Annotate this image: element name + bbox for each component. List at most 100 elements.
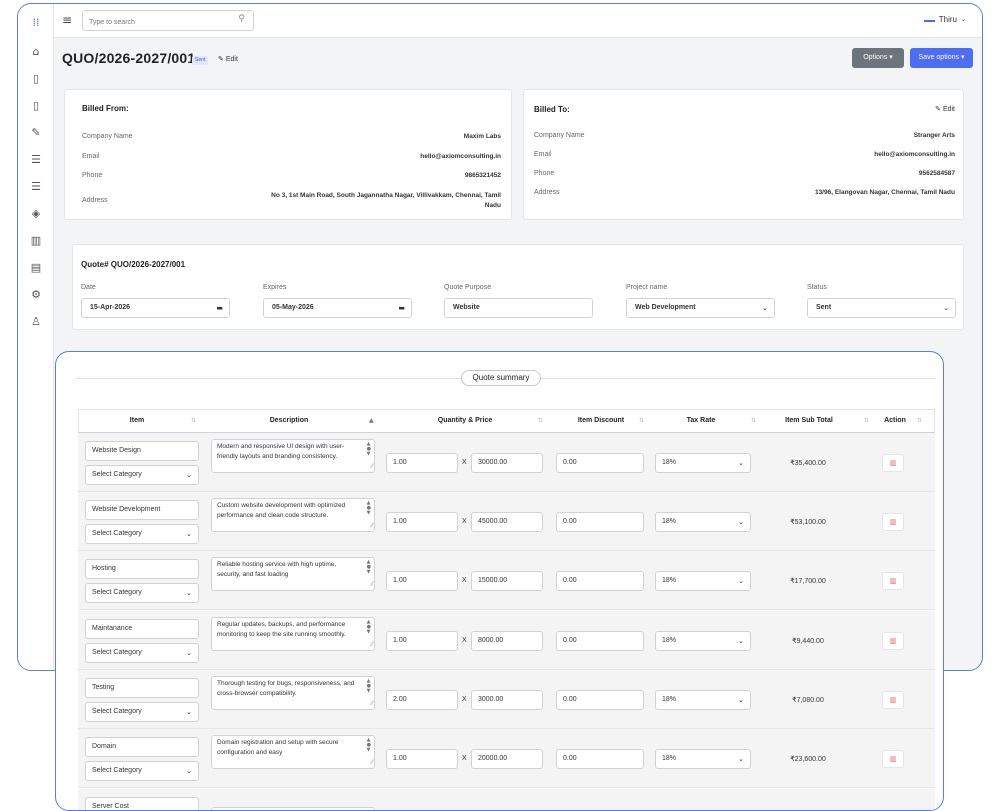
item-name-input[interactable]: Website Development: [85, 500, 199, 520]
quantity-input[interactable]: 1.00: [386, 453, 458, 473]
item-name-input[interactable]: Domain: [85, 737, 199, 757]
description-textarea[interactable]: Reliable hosting service with high uptim…: [211, 557, 375, 591]
document-icon[interactable]: ▯: [27, 70, 45, 86]
user-icon[interactable]: ♙: [27, 313, 45, 329]
search-icon[interactable]: ⚲: [238, 14, 245, 24]
quantity-input[interactable]: 1.00: [386, 749, 458, 769]
resize-handle-icon[interactable]: ⁄⁄: [371, 462, 373, 472]
item-name-input[interactable]: Testing: [85, 678, 199, 698]
sort-icon[interactable]: ⇅: [538, 410, 543, 432]
price-input[interactable]: 20000.00: [471, 749, 543, 769]
quote-purpose-field[interactable]: Website: [444, 298, 593, 318]
billed-to-edit-button[interactable]: ✎ Edit: [935, 105, 955, 113]
description-textarea[interactable]: Thorough testing for bugs, responsivenes…: [211, 676, 375, 710]
discount-input[interactable]: 0.00: [556, 571, 644, 591]
calendar-icon[interactable]: ▬: [398, 299, 405, 317]
apps-icon[interactable]: ⁞⁞: [27, 14, 45, 30]
price-input[interactable]: 8000.00: [471, 631, 543, 651]
search-box[interactable]: ⚲: [82, 10, 254, 32]
scroll-arrows-icon[interactable]: ▲ ● ▼: [367, 442, 371, 457]
discount-input[interactable]: 0.00: [556, 749, 644, 769]
category-select[interactable]: Select Category ⌄: [85, 583, 199, 603]
tax-rate-select[interactable]: 18% ⌄: [655, 690, 751, 710]
discount-input[interactable]: 0.00: [556, 453, 644, 473]
date-field[interactable]: 15-Apr-2026 ▬: [81, 298, 230, 318]
price-input[interactable]: 3000.00: [471, 690, 543, 710]
item-name-input[interactable]: Website Design: [85, 441, 199, 461]
price-input[interactable]: 15000.00: [471, 571, 543, 591]
resize-handle-icon[interactable]: ⁄⁄: [371, 699, 373, 709]
category-select[interactable]: Select Category ⌄: [85, 465, 199, 485]
tax-rate-select[interactable]: 18% ⌄: [655, 512, 751, 532]
tax-rate-select[interactable]: 18% ⌄: [655, 571, 751, 591]
box-icon[interactable]: ◈: [27, 205, 45, 221]
status-select[interactable]: Sent ⌄: [807, 298, 956, 318]
item-name-input[interactable]: Server Cost: [85, 797, 199, 810]
sort-icon[interactable]: ⇅: [751, 410, 756, 432]
quantity-value: 1.00: [393, 637, 407, 644]
discount-input[interactable]: 0.00: [556, 690, 644, 710]
scroll-arrows-icon[interactable]: ▲ ● ▼: [367, 738, 371, 753]
description-textarea[interactable]: Modern and responsive UI design with use…: [211, 439, 375, 473]
category-select[interactable]: Select Category ⌄: [85, 643, 199, 663]
tax-rate-select[interactable]: 18% ⌄: [655, 749, 751, 769]
delete-row-button[interactable]: ▥: [882, 454, 904, 472]
quantity-input[interactable]: 1.00: [386, 571, 458, 591]
description-textarea[interactable]: Domain registration and setup with secur…: [211, 735, 375, 769]
sort-icon[interactable]: ⇅: [191, 410, 196, 432]
delete-row-button[interactable]: ▥: [882, 691, 904, 709]
description-textarea[interactable]: Regular updates, backups, and performanc…: [211, 617, 375, 651]
category-select[interactable]: Select Category ⌄: [85, 761, 199, 781]
description-textarea[interactable]: Custom website development with optimize…: [211, 498, 375, 532]
quantity-value: 2.00: [393, 696, 407, 703]
scroll-arrows-icon[interactable]: ▲ ● ▼: [367, 679, 371, 694]
quantity-input[interactable]: 1.00: [386, 631, 458, 651]
sort-icon[interactable]: ⇅: [917, 410, 922, 432]
search-input[interactable]: [83, 13, 223, 32]
list-icon[interactable]: ☰: [27, 178, 45, 194]
options-button[interactable]: Options ▾: [852, 48, 904, 68]
edit-button[interactable]: ✎ Edit: [218, 55, 238, 63]
item-name-input[interactable]: Hosting: [85, 559, 199, 579]
settings-icon[interactable]: ⚙: [27, 286, 45, 302]
list-icon[interactable]: ☰: [27, 151, 45, 167]
delete-row-button[interactable]: ▥: [882, 750, 904, 768]
quantity-input[interactable]: 1.00: [386, 512, 458, 532]
scroll-arrows-icon[interactable]: ▲ ● ▼: [367, 620, 371, 635]
discount-input[interactable]: 0.00: [556, 631, 644, 651]
resize-handle-icon[interactable]: ⁄⁄: [371, 640, 373, 650]
scroll-arrows-icon[interactable]: ▲ ● ▼: [367, 560, 371, 575]
sort-icon[interactable]: ▲: [369, 410, 374, 432]
price-input[interactable]: 45000.00: [471, 512, 543, 532]
user-menu[interactable]: Thiru ⌄: [923, 15, 966, 24]
delete-row-button[interactable]: ▥: [882, 513, 904, 531]
category-select[interactable]: Select Category ⌄: [85, 702, 199, 722]
home-icon[interactable]: ⌂: [27, 43, 45, 59]
project-name-select[interactable]: Web Development ⌄: [626, 298, 775, 318]
scroll-arrows-icon[interactable]: ▲ ● ▼: [367, 501, 371, 516]
item-name-input[interactable]: Maintanance: [85, 619, 199, 639]
delete-row-button[interactable]: ▥: [882, 632, 904, 650]
quantity-input[interactable]: 2.00: [386, 690, 458, 710]
description-textarea[interactable]: [211, 807, 375, 810]
discount-input[interactable]: 0.00: [556, 512, 644, 532]
delete-row-button[interactable]: ▥: [882, 572, 904, 590]
resize-handle-icon[interactable]: ⁄⁄: [371, 758, 373, 768]
price-input[interactable]: 30000.00: [471, 453, 543, 473]
sort-icon[interactable]: ⇅: [639, 410, 644, 432]
save-options-button[interactable]: Save options ▾: [910, 48, 973, 68]
resize-handle-icon[interactable]: ⁄⁄: [371, 580, 373, 590]
file-icon[interactable]: ▤: [27, 259, 45, 275]
sort-icon[interactable]: ⇅: [864, 410, 869, 432]
tax-rate-select[interactable]: 18% ⌄: [655, 631, 751, 651]
tax-rate-select[interactable]: 18% ⌄: [655, 453, 751, 473]
document-icon[interactable]: ▯: [27, 97, 45, 113]
resize-handle-icon[interactable]: ⁄⁄: [371, 521, 373, 531]
edit-note-icon[interactable]: ✎: [27, 124, 45, 140]
calendar-icon[interactable]: ▬: [216, 299, 223, 317]
menu-icon[interactable]: ≡: [62, 13, 72, 27]
category-select-value: Select Category: [92, 649, 142, 656]
category-select[interactable]: Select Category ⌄: [85, 524, 199, 544]
expires-field[interactable]: 05-May-2026 ▬: [263, 298, 412, 318]
chart-icon[interactable]: ▥: [27, 232, 45, 248]
